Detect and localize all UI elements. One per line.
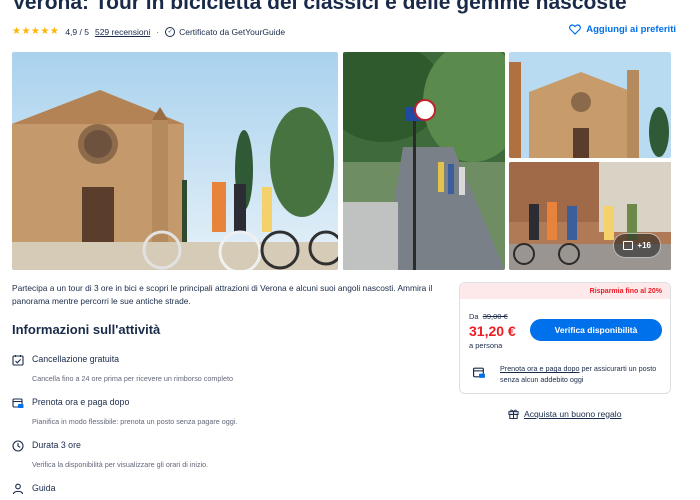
certified-check-icon: ✓ [165,26,176,37]
calendar-card-icon [12,398,24,408]
rating-row: ★★★★★ 4,9 / 5 529 recensioni · ✓ Certifi… [12,26,285,37]
rating-score: 4,9 / 5 [65,26,89,37]
feature-subtitle: Cancella fino a 24 ore prima per ricever… [32,374,233,383]
gift-label: Acquista un buono regalo [524,408,622,419]
reserve-now-link[interactable]: Prenota ora e paga dopo [500,364,580,373]
activity-description: Partecipa a un tour di 3 ore in bici e s… [12,283,433,306]
reviews-link[interactable]: 529 recensioni [95,27,150,37]
per-person-label: a persona [469,341,503,350]
certified-label: Certificato da GetYourGuide [179,26,286,37]
photo-icon [623,241,634,250]
check-availability-button[interactable]: Verifica disponibilità [530,319,662,341]
clock-icon [12,440,24,452]
more-photos-label: +16 [637,241,651,250]
gallery-photo-group[interactable]: +16 [509,162,671,270]
rating-stars: ★★★★★ [12,26,60,37]
old-price: 39,00 € [482,312,508,321]
feature-title: Cancellazione gratuita [32,354,120,364]
feature-subtitle: Pianifica in modo flessibile: prenota un… [32,417,238,426]
original-price: Da 39,00 € [469,312,508,321]
heart-icon [569,24,582,35]
discounted-price: 31,20 € [469,323,516,339]
gallery-photo-street[interactable] [343,52,505,270]
calendar-card-icon [472,367,485,378]
feature-title: Prenota ora e paga dopo [32,397,130,407]
gallery-photo-basilica[interactable] [509,52,671,158]
feature-title: Durata 3 ore [32,440,81,450]
activity-info-title: Informazioni sull'attività [12,322,161,337]
buy-gift-card-link[interactable]: Acquista un buono regalo [508,408,621,419]
add-to-wishlist-button[interactable]: Aggiungi ai preferiti [569,24,676,35]
person-icon [12,483,24,495]
reserve-now-info: Prenota ora e paga dopo per assicurarti … [500,363,665,385]
booking-card: Risparmia fino al 20% Da 39,00 € 31,20 €… [459,282,671,394]
feature-subtitle: Verifica la disponibilità per visualizza… [32,460,209,469]
more-photos-button[interactable]: +16 [613,233,661,258]
savings-banner: Risparmia fino al 20% [460,283,670,299]
gift-icon [508,409,519,419]
from-label: Da [469,312,479,321]
calendar-check-icon [12,355,24,366]
gallery-photo-main[interactable] [12,52,338,270]
feature-title: Guida [32,483,56,493]
wishlist-label: Aggiungi ai preferiti [586,24,676,35]
separator-dot: · [156,26,160,37]
page-title: Verona: Tour in bicicletta dei classici … [12,0,627,14]
